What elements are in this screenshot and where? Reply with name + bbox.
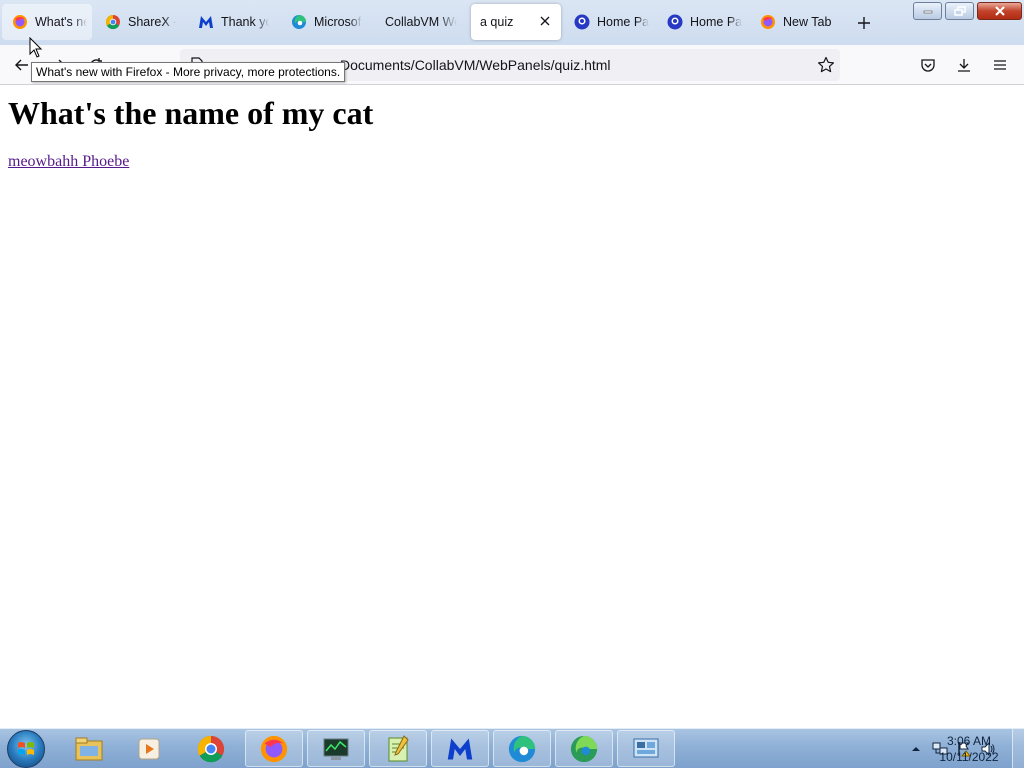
tab-label: New Tab xyxy=(783,15,832,29)
edge-icon xyxy=(508,735,536,762)
answer-link[interactable]: meowbahh Phoebe xyxy=(8,153,129,171)
pocket-icon xyxy=(921,59,935,72)
web-page-content: What's the name of my cat meowbahh Phoeb… xyxy=(0,85,1024,728)
download-icon xyxy=(958,59,970,72)
tab-label: ShareX - The best free xyxy=(128,15,176,29)
menu-button[interactable] xyxy=(986,51,1014,79)
tab-home-page-1[interactable]: Home Page xyxy=(564,4,652,40)
pbs-kids-icon xyxy=(667,14,683,30)
window-close-button[interactable] xyxy=(977,2,1022,20)
edge-icon xyxy=(291,14,307,30)
windows-taskbar: 3:06 AM 10/11/2022 xyxy=(0,728,1024,769)
downloads-button[interactable] xyxy=(950,51,978,79)
tab-new-tab[interactable]: New Tab xyxy=(750,4,842,40)
pocket-button[interactable] xyxy=(914,51,942,79)
taskbar-edge-beta[interactable] xyxy=(555,730,613,767)
minimize-icon xyxy=(923,10,932,14)
taskbar-edge[interactable] xyxy=(493,730,551,767)
notepad-icon xyxy=(388,734,409,761)
firefox-icon xyxy=(260,735,288,762)
url-text[interactable]: Documents/CollabVM/WebPanels/quiz.html xyxy=(340,57,611,73)
tab-microsoft[interactable]: Microsoft Edge xyxy=(281,4,369,40)
tab-thank-you[interactable]: Thank you for xyxy=(188,4,276,40)
clock-date: 10/11/2022 xyxy=(939,750,999,764)
tab-collabvm[interactable]: CollabVM WebPanels xyxy=(374,4,464,40)
tab-whats-new[interactable]: What's new with Firefox xyxy=(2,4,92,40)
taskbar-malwarebytes[interactable] xyxy=(431,730,489,767)
tab-label: What's new with Firefox xyxy=(35,15,87,29)
taskbar-chrome[interactable] xyxy=(182,730,240,767)
taskbar-media-player[interactable] xyxy=(120,730,178,767)
chrome-icon xyxy=(105,14,121,30)
malwarebytes-icon xyxy=(447,738,473,759)
mouse-cursor-icon xyxy=(29,36,43,63)
window-caption-buttons xyxy=(910,2,1022,20)
taskbar-explorer[interactable] xyxy=(60,730,118,767)
close-icon[interactable] xyxy=(537,13,553,29)
tab-tooltip: What's new with Firefox - More privacy, … xyxy=(31,62,346,82)
restore-icon xyxy=(953,6,966,16)
bookmark-star-button[interactable] xyxy=(812,51,840,79)
minimize-button[interactable] xyxy=(913,2,942,20)
arrow-left-icon xyxy=(15,59,28,71)
taskbar-control-panel[interactable] xyxy=(617,730,675,767)
taskbar-notepad-plus[interactable] xyxy=(369,730,427,767)
tab-home-page-2[interactable]: Home Page xyxy=(657,4,745,40)
tab-label: Thank you for xyxy=(221,15,269,29)
close-icon xyxy=(994,6,1005,16)
control-panel-icon xyxy=(633,738,659,757)
chrome-icon xyxy=(197,735,225,762)
windows-logo-icon xyxy=(18,742,34,755)
hamburger-menu-icon xyxy=(994,60,1006,70)
chevron-up-icon[interactable] xyxy=(908,741,924,757)
firefox-icon xyxy=(12,14,28,30)
start-button[interactable] xyxy=(7,730,45,768)
page-heading: What's the name of my cat xyxy=(8,95,374,131)
edge-beta-icon xyxy=(570,735,598,762)
tab-label: Home Page xyxy=(690,15,742,29)
new-tab-button[interactable] xyxy=(852,11,876,35)
malwarebytes-icon xyxy=(198,14,214,30)
pbs-kids-icon xyxy=(574,14,590,30)
tab-label: CollabVM WebPanels xyxy=(385,15,457,29)
star-icon xyxy=(818,56,834,73)
tab-sharex[interactable]: ShareX - The best free xyxy=(95,4,183,40)
clock-time: 3:06 AM xyxy=(946,734,992,748)
taskbar-task-manager[interactable] xyxy=(307,730,365,767)
firefox-icon xyxy=(760,14,776,30)
tab-label: Home Page xyxy=(597,15,649,29)
tab-label: a quiz xyxy=(480,15,514,29)
restore-button[interactable] xyxy=(945,2,974,20)
tab-strip: What's new with Firefox ShareX - The bes… xyxy=(0,0,1024,45)
task-manager-icon xyxy=(323,738,349,760)
media-player-icon xyxy=(138,738,160,759)
tab-a-quiz[interactable]: a quiz xyxy=(471,4,561,40)
plus-icon xyxy=(858,17,870,29)
show-desktop-button[interactable] xyxy=(1012,729,1024,769)
tab-label: Microsoft Edge xyxy=(314,15,362,29)
taskbar-clock[interactable]: 3:06 AM 10/11/2022 xyxy=(934,733,1004,765)
folder-icon xyxy=(75,737,103,760)
taskbar-firefox[interactable] xyxy=(245,730,303,767)
